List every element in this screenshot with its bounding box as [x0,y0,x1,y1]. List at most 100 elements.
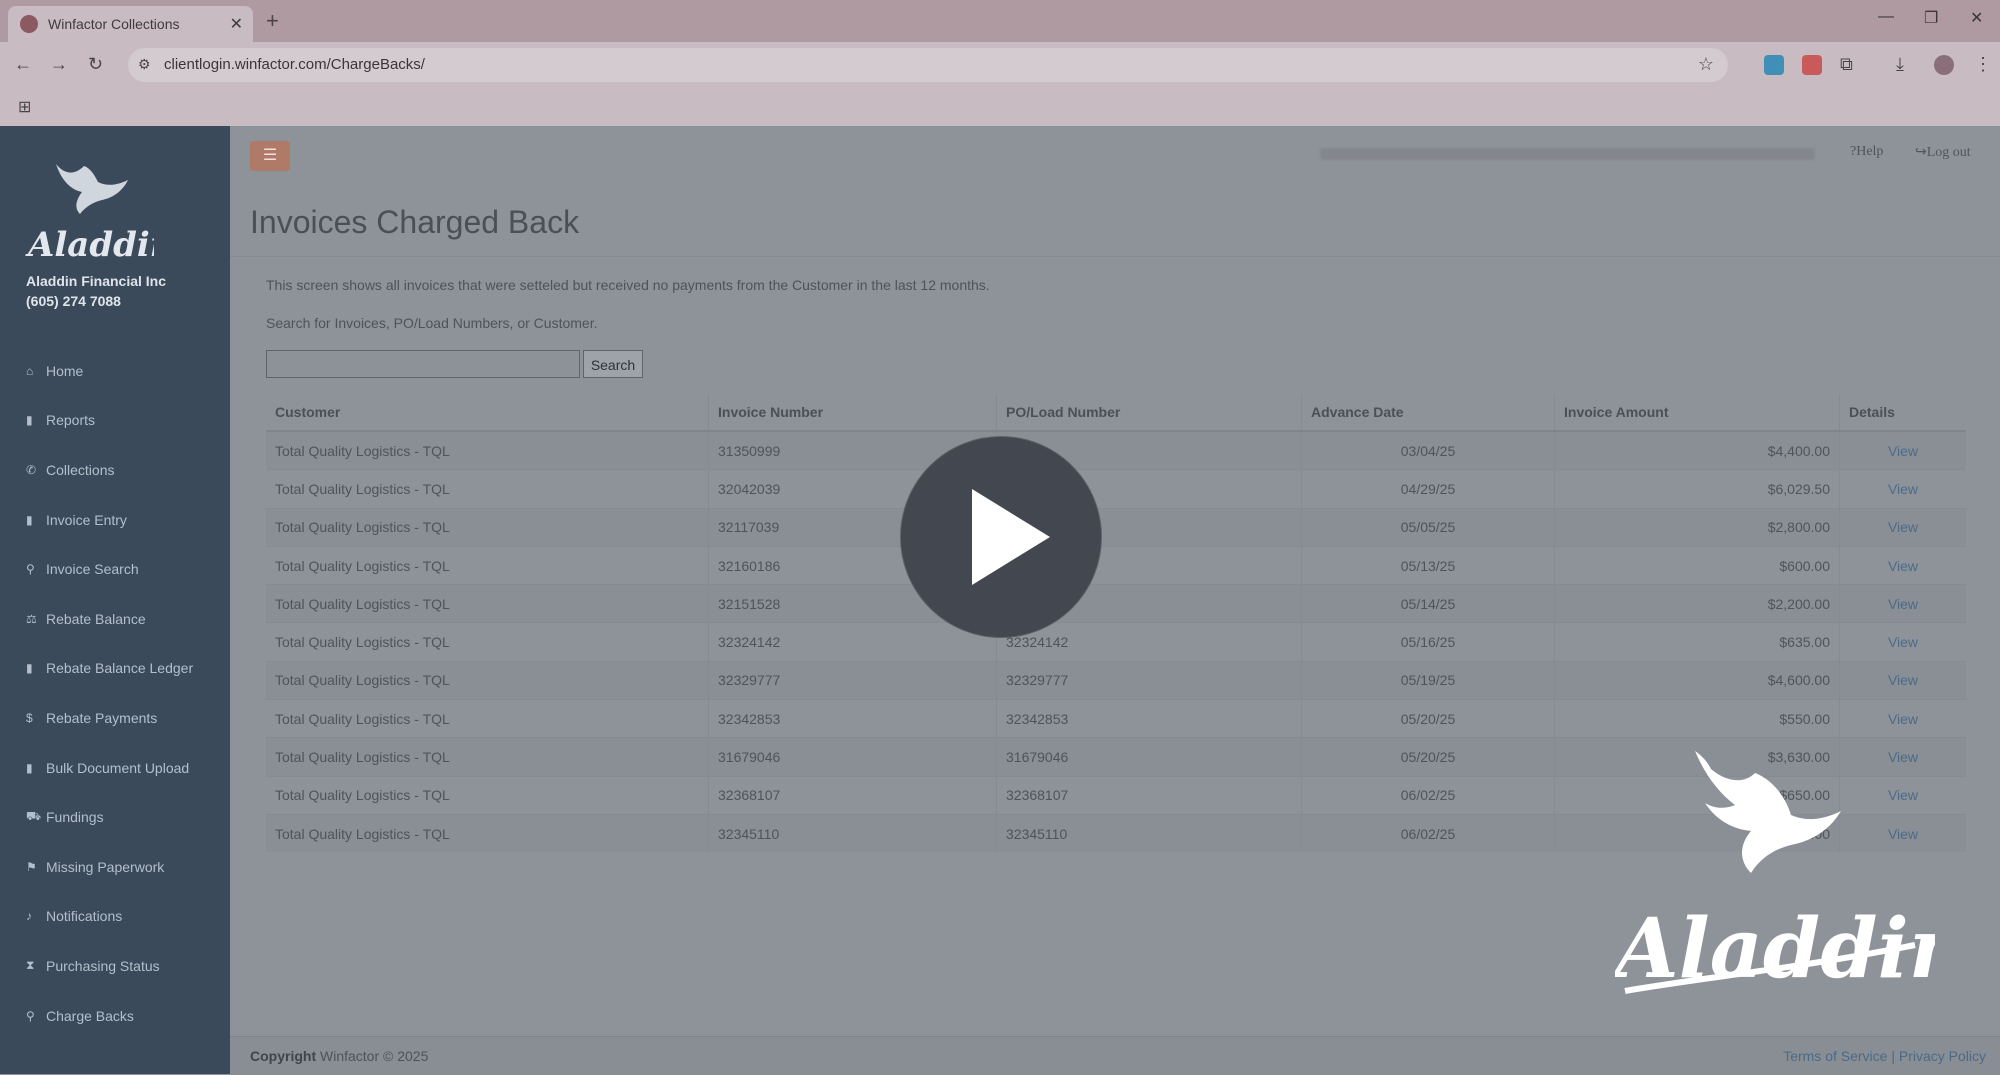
sidebar-item-label: Bulk Document Upload [46,759,190,776]
extension-icon[interactable] [1802,55,1822,75]
browser-tab[interactable]: Winfactor Collections ✕ [8,6,253,42]
sidebar-item-label: Fundings [46,809,104,826]
help-link[interactable]: ?Help [1850,144,1883,160]
profile-avatar[interactable] [1934,55,1954,75]
page-title: Invoices Charged Back [250,204,580,240]
reload-icon[interactable]: ↻ [88,54,103,75]
sidebar-item-purchasing-status[interactable]: ⧗ Purchasing Status [0,941,230,991]
page-description: This screen shows all invoices that were… [266,277,990,293]
cell-invoice-number: 32329777 [708,660,997,700]
aladdin-watermark-logo: Aladdin [1615,751,1935,997]
view-link[interactable]: View [1839,469,1966,509]
document-icon: ▮ [26,512,33,527]
sidebar-item-rebate-balance-ledger[interactable]: ▮ Rebate Balance Ledger [0,644,230,694]
view-link[interactable]: View [1839,507,1966,547]
view-link[interactable]: View [1839,430,1966,470]
cell-invoice-number: 32345110 [708,813,997,853]
sidebar-item-rebate-payments[interactable]: $ Rebate Payments [0,693,230,743]
table-row: Total Quality Logistics - TQL 32342853 323… [266,699,1966,738]
company-name: Aladdin Financial Inc [26,273,167,289]
url-text[interactable]: clientlogin.winfactor.com/ChargeBacks/ [164,56,425,73]
minimize-button[interactable]: — [1878,8,1894,26]
cell-invoice-amount: $6,029.50 [1554,469,1840,509]
close-window-button[interactable]: ✕ [1970,8,1983,28]
tab-title: Winfactor Collections [48,16,180,32]
sidebar-item-label: Invoice Search [46,561,139,578]
sidebar-item-invoice-search[interactable]: ⚲ Invoice Search [0,544,230,594]
search-button[interactable]: Search [583,350,643,378]
sidebar-item-bulk-document-upload[interactable]: ▮ Bulk Document Upload [0,743,230,793]
cell-invoice-number: 32324142 [708,622,997,662]
forward-icon[interactable]: → [50,54,68,75]
sidebar-item-invoice-entry[interactable]: ▮ Invoice Entry [0,495,230,545]
menu-kebab-icon[interactable]: ⋮ [1974,54,1992,75]
search-hint: Search for Invoices, PO/Load Numbers, or… [266,315,598,331]
play-button[interactable] [900,436,1102,638]
terms-link[interactable]: Terms of Service [1783,1048,1887,1064]
column-header-invoice-amount[interactable]: Invoice Amount [1554,394,1840,432]
privacy-link[interactable]: Privacy Policy [1899,1048,1986,1064]
favicon-icon [20,15,38,33]
sidebar-item-reports[interactable]: ▮ Reports [0,396,230,446]
search-icon: ⚲ [26,562,35,577]
home-icon: ⌂ [26,363,34,378]
redacted-user-info [1320,148,1815,160]
cell-customer: Total Quality Logistics - TQL [266,622,709,662]
play-icon [972,489,1050,585]
apps-grid-icon[interactable]: ⊞ [18,97,31,117]
file-icon: ▮ [26,760,33,775]
new-tab-button[interactable]: + [266,8,279,34]
view-link[interactable]: View [1839,584,1966,623]
search-input[interactable] [266,350,580,378]
column-header-advance-date[interactable]: Advance Date [1301,394,1555,432]
logout-link[interactable]: ↪Log out [1915,144,1971,161]
menu-toggle-button[interactable]: ☰ [250,141,290,171]
sidebar-item-label: Charge Backs [46,1007,134,1024]
bookmark-star-icon[interactable]: ☆ [1698,54,1714,75]
sidebar-item-fundings[interactable]: ⛟ Fundings [0,792,230,842]
sidebar-item-label: Reports [46,412,96,429]
cell-invoice-amount: $635.00 [1554,622,1840,662]
cell-customer: Total Quality Logistics - TQL [266,430,709,470]
sidebar-item-notifications[interactable]: ♪ Notifications [0,892,230,942]
sidebar-item-rebate-balance[interactable]: ⚖ Rebate Balance [0,594,230,644]
site-settings-icon[interactable]: ⚙ [138,56,151,73]
column-header-details[interactable]: Details [1839,394,1966,432]
column-header-invoice-number[interactable]: Invoice Number [708,394,997,432]
cell-invoice-amount: $2,800.00 [1554,507,1840,547]
cell-po-load-number: 32329777 [996,660,1302,700]
restore-button[interactable]: ❐ [1924,8,1938,28]
cell-customer: Total Quality Logistics - TQL [266,545,709,585]
cell-invoice-amount: $4,400.00 [1554,430,1840,470]
sidebar-item-charge-backs[interactable]: ⚲ Charge Backs [0,991,230,1041]
extensions-puzzle-icon[interactable]: ⧉ [1840,54,1853,75]
download-icon[interactable]: ⤓ [1896,54,1904,75]
url-bar[interactable]: ⚙ clientlogin.winfactor.com/ChargeBacks/… [128,48,1728,82]
back-icon[interactable]: ← [14,54,32,75]
extension-icon[interactable] [1764,55,1784,75]
sidebar-item-home[interactable]: ⌂ Home [0,346,230,396]
sidebar-item-collections[interactable]: ✆ Collections [0,445,230,495]
column-header-po-load-number[interactable]: PO/Load Number [996,394,1302,432]
cell-advance-date: 03/04/25 [1301,430,1555,470]
cell-po-load-number: 31679046 [996,737,1302,777]
view-link[interactable]: View [1839,660,1966,700]
view-link[interactable]: View [1839,699,1966,738]
view-link[interactable]: View [1839,545,1966,585]
sidebar-item-missing-paperwork[interactable]: ⚑ Missing Paperwork [0,842,230,892]
cell-customer: Total Quality Logistics - TQL [266,469,709,509]
column-header-customer[interactable]: Customer [266,394,709,432]
view-link[interactable]: View [1839,622,1966,662]
cell-advance-date: 05/14/25 [1301,584,1555,623]
bell-icon: ♪ [26,909,32,924]
cell-advance-date: 05/16/25 [1301,622,1555,662]
sidebar-item-label: Missing Paperwork [46,858,165,875]
close-tab-icon[interactable]: ✕ [230,14,243,34]
cell-customer: Total Quality Logistics - TQL [266,507,709,547]
table-row: Total Quality Logistics - TQL 32329777 323… [266,660,1966,700]
sidebar-item-label: Collections [46,461,115,478]
sidebar-item-label: Rebate Balance [46,610,146,627]
cell-invoice-amount: $2,200.00 [1554,584,1840,623]
cell-invoice-number: 31679046 [708,737,997,777]
table-row: Total Quality Logistics - TQL 31350999 03/… [266,430,1966,470]
